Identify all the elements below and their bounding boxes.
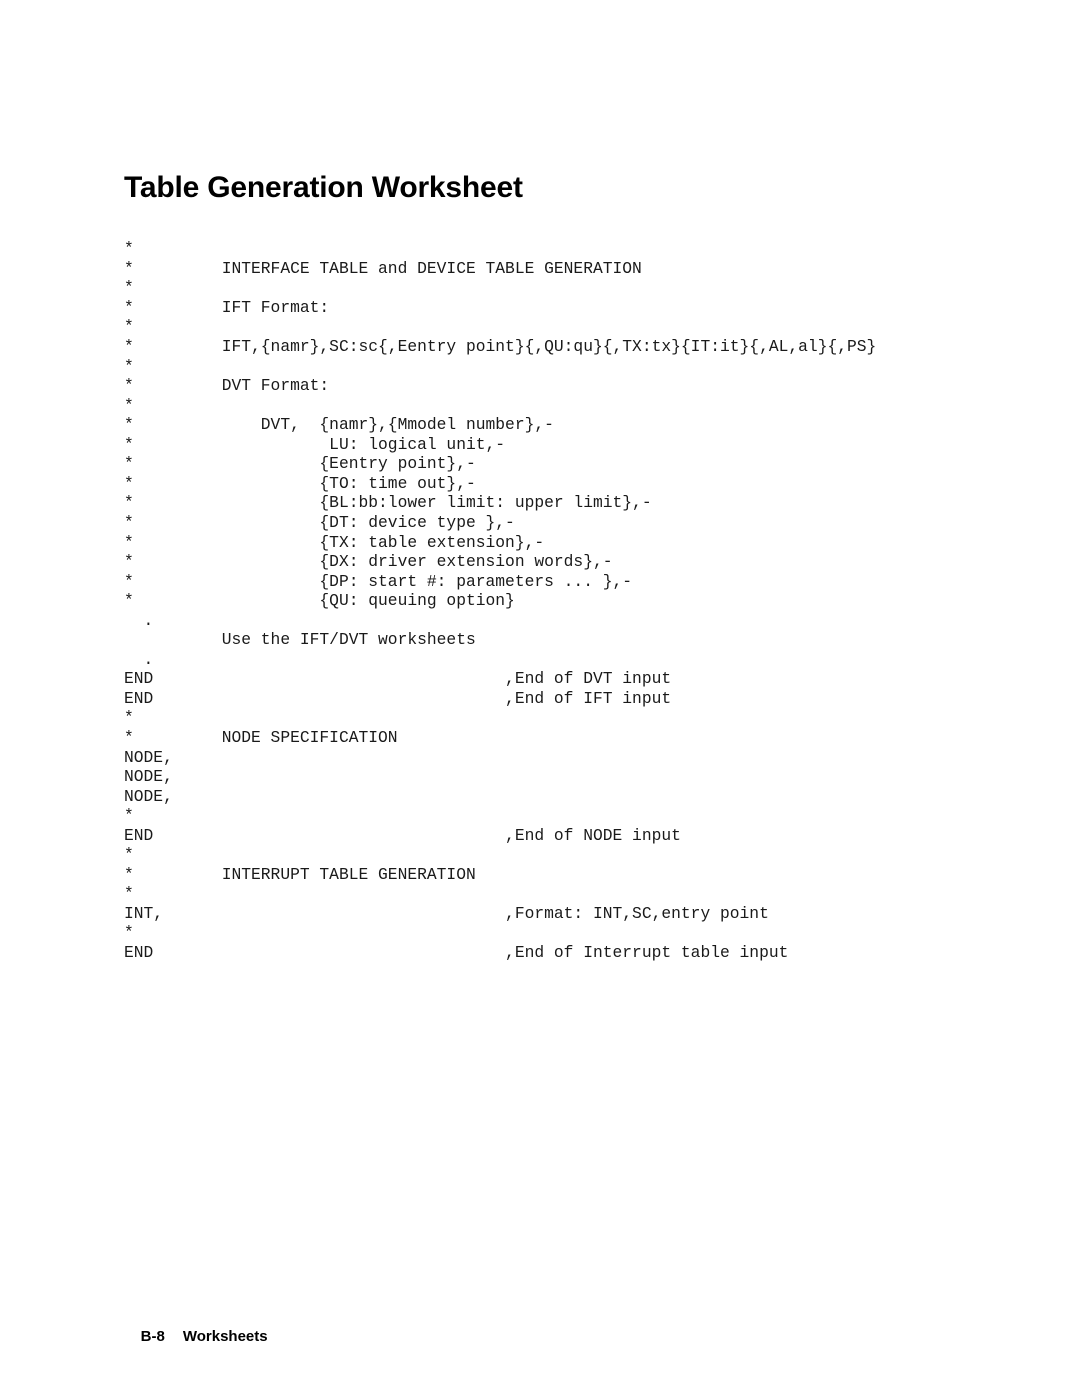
code-line: * {TX: table extension},- (124, 532, 545, 552)
code-line: * (124, 923, 134, 943)
code-line: * {TO: time out},- (124, 473, 476, 493)
code-line: END ,End of NODE input (124, 825, 681, 845)
code-line: * NODE SPECIFICATION (124, 727, 398, 747)
code-line: * DVT Format: (124, 376, 330, 396)
code-line: END ,End of IFT input (124, 688, 672, 708)
code-line: * DVT, {namr},{Mmodel number},- (124, 415, 554, 435)
code-line: * (124, 395, 134, 415)
page-title: Table Generation Worksheet (124, 171, 523, 205)
code-line: NODE, (124, 786, 173, 806)
code-line: * {DX: driver extension words},- (124, 552, 613, 572)
code-line: . (124, 610, 154, 630)
code-line: NODE, (124, 767, 173, 787)
document-page: Table Generation Worksheet * * INTERFACE … (0, 0, 1080, 1397)
code-line: * IFT,{namr},SC:sc{,Eentry point}{,QU:qu… (124, 337, 877, 357)
code-line: * (124, 708, 134, 728)
code-line: END ,End of Interrupt table input (124, 942, 789, 962)
code-line: * (124, 806, 134, 826)
code-line: NODE, (124, 747, 173, 767)
code-line: * {BL:bb:lower limit: upper limit},- (124, 493, 652, 513)
code-line: * INTERRUPT TABLE GENERATION (124, 864, 476, 884)
code-listing: * * INTERFACE TABLE and DEVICE TABLE GENE… (124, 239, 876, 962)
code-line: * {DT: device type },- (124, 512, 515, 532)
code-line: . (124, 649, 154, 669)
code-line: * (124, 845, 134, 865)
code-line: * (124, 239, 134, 259)
code-line: * (124, 278, 134, 298)
code-line: * {QU: queuing option} (124, 591, 515, 611)
code-line: END ,End of DVT input (124, 669, 672, 689)
footer-page-number: B-8 (140, 1328, 165, 1345)
code-line: * (124, 884, 134, 904)
code-line: INT, ,Format: INT,SC,entry point (124, 903, 769, 923)
code-line: * IFT Format: (124, 297, 330, 317)
code-line: * INTERFACE TABLE and DEVICE TABLE GENER… (124, 258, 642, 278)
code-line: * (124, 356, 134, 376)
code-line: * {Eentry point},- (124, 454, 476, 474)
code-line: Use the IFT/DVT worksheets (124, 630, 476, 650)
footer-section-label: Worksheets (182, 1328, 268, 1345)
page-footer: B-8 Worksheets (124, 1311, 268, 1362)
code-line: * (124, 317, 134, 337)
code-line: * LU: logical unit,- (124, 434, 506, 454)
code-line: * {DP: start #: parameters ... },- (124, 571, 633, 591)
